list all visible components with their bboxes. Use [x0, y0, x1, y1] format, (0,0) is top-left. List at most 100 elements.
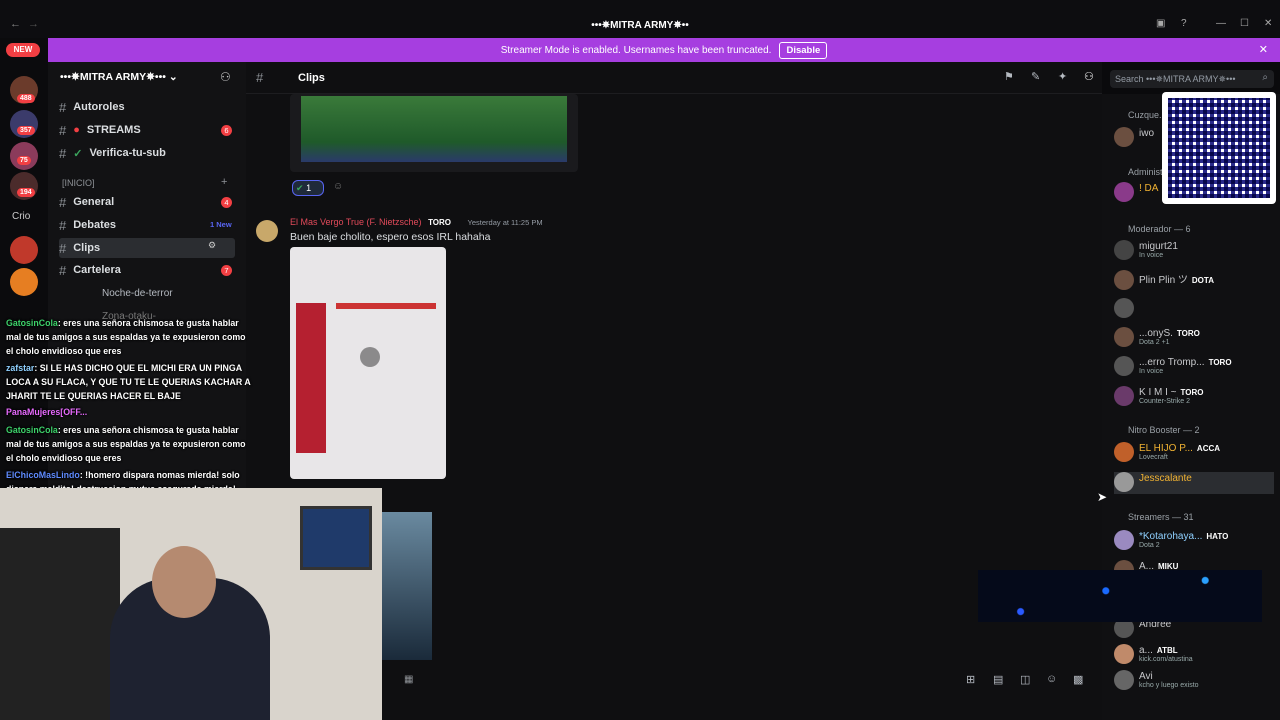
category-inicio[interactable]: [INICIO]	[62, 178, 95, 188]
minimize-icon[interactable]: —	[1216, 18, 1226, 29]
avatar	[1114, 327, 1134, 347]
message-author[interactable]: El Mas Vergo True (F. Nietzsche)	[290, 217, 422, 227]
member-section: Cuzque...	[1128, 110, 1167, 120]
apps-icon[interactable]: ▩	[1073, 673, 1083, 686]
streamer-mode-banner: Streamer Mode is enabled. Usernames have…	[48, 38, 1280, 62]
red-dot-icon: ●	[73, 124, 80, 136]
avatar	[1114, 127, 1134, 147]
gear-icon[interactable]: ⚙	[208, 240, 216, 251]
ping-badge: 357	[17, 126, 35, 135]
threads-icon[interactable]: ⚑	[1004, 70, 1014, 83]
member-item[interactable]: K I M I ~ TORO Counter-Strike 2	[1114, 386, 1274, 408]
mention-badge: 4	[221, 197, 232, 208]
search-icon: ⌕	[1262, 72, 1268, 83]
server-text-icon[interactable]: Crio	[12, 211, 30, 222]
search-input[interactable]: Search •••✵MITRA ARMY✵••• ⌕	[1110, 70, 1274, 88]
member-item[interactable]: ...erro Tromp... TORO In voice	[1114, 356, 1274, 378]
hash-icon: #	[59, 240, 67, 256]
search-placeholder: Search •••✵MITRA ARMY✵•••	[1115, 74, 1236, 84]
title-bar: ← → •••✵MITRA ARMY✵•• ▣ ? — ☐ ✕	[0, 0, 1280, 38]
gif-icon[interactable]: ▤	[993, 673, 1003, 686]
hash-icon: #	[59, 122, 67, 138]
banner-text: Streamer Mode is enabled. Usernames have…	[500, 44, 772, 56]
members-icon[interactable]: ⚇	[1084, 70, 1094, 83]
channel-general[interactable]: # General	[59, 192, 114, 212]
overlay-chat-line: GatosinCola: eres una señora chismosa te…	[6, 425, 246, 463]
check-icon: ✓	[73, 147, 83, 160]
add-reaction-icon[interactable]: ☺	[333, 181, 343, 192]
reaction-chip[interactable]: ✔ 1	[292, 180, 324, 196]
scene-element	[336, 303, 436, 309]
avatar	[1114, 644, 1134, 664]
ping-badge: 75	[17, 156, 31, 165]
server-icon[interactable]	[10, 268, 38, 296]
channel-noche-de-terror[interactable]: Noche-de-terror	[102, 283, 173, 303]
channel-verifica[interactable]: # ✓ Verifica-tu-sub	[59, 143, 166, 163]
channel-autoroles[interactable]: # Autoroles	[59, 97, 125, 117]
member-item[interactable]	[1114, 298, 1274, 320]
member-item[interactable]: EL HIJO P... ACCA Lovecraft	[1114, 442, 1274, 464]
add-channel-icon[interactable]: +	[221, 176, 227, 188]
inbox-icon[interactable]: ▣	[1156, 18, 1165, 29]
chair-shape	[0, 528, 120, 720]
qr-pattern	[1168, 98, 1270, 198]
new-badge[interactable]: NEW	[6, 43, 40, 57]
channel-debates[interactable]: # Debates	[59, 215, 116, 235]
server-icon[interactable]	[10, 236, 38, 264]
hash-icon: #	[59, 194, 67, 210]
member-item[interactable]: Plin Plin ツ DOTA	[1114, 270, 1274, 292]
ping-badge: 488	[17, 94, 35, 103]
hash-icon: #	[59, 262, 67, 278]
add-member-icon[interactable]: ⚇	[220, 70, 231, 84]
disable-button[interactable]: Disable	[779, 41, 828, 59]
cursor-icon: ➤	[1097, 490, 1108, 504]
avatar	[1114, 530, 1134, 550]
hash-icon: #	[59, 217, 67, 233]
member-section: Streamers — 31	[1128, 512, 1194, 522]
emoji-icon[interactable]: ☺	[1046, 673, 1057, 685]
member-item[interactable]: a... ATBL kick.com/atustina	[1114, 644, 1274, 666]
member-item[interactable]: migurt21 In voice	[1114, 240, 1274, 262]
face-shape	[152, 546, 216, 618]
hash-icon: #	[59, 145, 67, 161]
channel-cartelera[interactable]: # Cartelera	[59, 260, 121, 280]
poster-frame	[300, 506, 372, 570]
avatar	[1114, 270, 1134, 290]
media-preview[interactable]	[382, 512, 432, 660]
mute-icon[interactable]: ✎	[1031, 70, 1040, 83]
play-icon[interactable]	[360, 347, 380, 367]
video-thumbnail	[301, 96, 567, 162]
member-item[interactable]: *Kotarohaya... HATO Dota 2	[1114, 530, 1274, 552]
overlay-chat-line: PanaMujeres[OFF...	[6, 407, 88, 417]
avatar	[1114, 298, 1134, 318]
member-item[interactable]: ...onyS. TORO Dota 2 +1	[1114, 327, 1274, 349]
ping-badge: 194	[17, 188, 35, 197]
mention-badge: 7	[221, 265, 232, 276]
maximize-icon[interactable]: ☐	[1240, 18, 1249, 29]
attachment-preview[interactable]	[290, 94, 578, 172]
gift-icon[interactable]: ⊞	[966, 673, 975, 686]
pin-icon[interactable]: ✦	[1058, 70, 1067, 83]
close-window-icon[interactable]: ✕	[1264, 18, 1272, 29]
mention-badge: 6	[221, 125, 232, 136]
hash-icon: #	[256, 70, 264, 85]
avatar	[1114, 240, 1134, 260]
member-item[interactable]: Avi kcho y luego existo	[1114, 670, 1274, 692]
checkmark-emoji-icon: ✔	[296, 183, 304, 193]
avatar[interactable]	[256, 220, 278, 242]
particle-overlay	[978, 570, 1262, 622]
avatar	[1114, 182, 1134, 202]
role-tag: TORO	[428, 218, 452, 227]
video-attachment[interactable]	[290, 247, 446, 479]
avatar	[1114, 356, 1134, 376]
server-name[interactable]: •••✵MITRA ARMY✵••• ⌄	[60, 71, 178, 83]
member-item[interactable]: Jesscalante	[1114, 472, 1274, 494]
channel-header: # Clips ⚑ ✎ ✦ ⚇	[246, 62, 1102, 94]
sticker-icon[interactable]: ◫	[1020, 673, 1030, 686]
help-icon[interactable]: ?	[1181, 18, 1187, 29]
chevron-down-icon: ⌄	[168, 71, 178, 83]
close-banner-icon[interactable]: ✕	[1259, 43, 1268, 56]
member-section: Moderador — 6	[1128, 224, 1191, 234]
channel-icon: ▦	[404, 674, 414, 685]
channel-streams[interactable]: # ● STREAMS	[59, 120, 141, 140]
